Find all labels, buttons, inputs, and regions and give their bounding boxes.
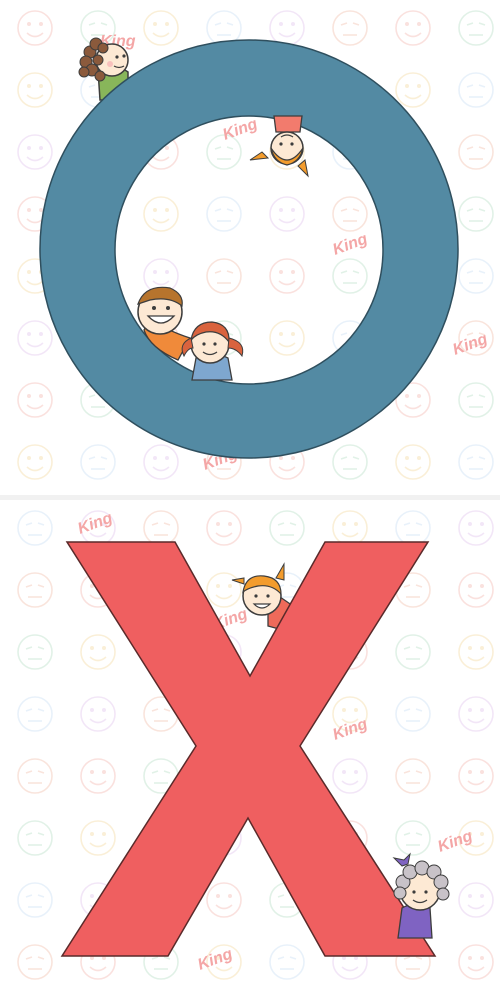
watermark-face-icon [458,196,494,232]
watermark-face-icon [143,510,179,546]
watermark-brand-text: King [76,510,115,538]
watermark-face-icon [269,258,305,294]
watermark-face-icon [17,758,53,794]
watermark-face-icon [80,444,116,480]
watermark-face-icon [458,696,494,732]
watermark-face-icon [17,72,53,108]
watermark-face-icon [17,510,53,546]
watermark-face-icon [206,572,242,608]
watermark-face-icon [80,758,116,794]
watermark-face-icon [206,510,242,546]
watermark-face-icon [458,758,494,794]
watermark-face-icon [458,72,494,108]
watermark-face-icon [458,510,494,546]
watermark-face-icon [17,634,53,670]
watermark-face-icon [458,882,494,918]
o-card: King King King King King [0,0,500,496]
watermark-face-icon [269,320,305,356]
watermark-face-icon [143,10,179,46]
watermark-face-icon [458,634,494,670]
watermark-face-icon [458,258,494,294]
watermark-face-icon [80,634,116,670]
child-grey-hair-purple-bow-character [392,852,450,939]
watermark-face-icon [17,10,53,46]
watermark-face-icon [17,944,53,980]
watermark-face-icon [458,134,494,170]
watermark-brand-text: King [331,716,370,744]
watermark-face-icon [17,320,53,356]
watermark-face-icon [458,572,494,608]
watermark-face-icon [206,882,242,918]
watermark-face-icon [206,196,242,232]
watermark-face-icon [332,258,368,294]
watermark-face-icon [332,510,368,546]
watermark-face-icon [395,820,431,856]
circle-o-symbol [39,39,459,459]
watermark-face-icon [269,944,305,980]
watermark-face-icon [17,882,53,918]
watermark-face-icon [17,820,53,856]
watermark-face-icon [395,634,431,670]
watermark-face-icon [458,382,494,418]
watermark-face-icon [395,510,431,546]
watermark-face-icon [332,444,368,480]
watermark-brand-text: King [331,231,370,259]
watermark-face-icon [332,10,368,46]
watermark-face-icon [458,10,494,46]
tic-tac-toe-cards-page: King King King King King King King King … [0,0,500,1000]
watermark-face-icon [395,444,431,480]
watermark-face-icon [395,72,431,108]
watermark-face-icon [458,944,494,980]
watermark-face-icon [143,196,179,232]
x-card-canvas: King King King King King [17,510,494,980]
watermark-face-icon [17,382,53,418]
watermark-face-icon [332,758,368,794]
watermark-face-icon [269,196,305,232]
watermark-face-icon [395,758,431,794]
watermark-face-icon [80,696,116,732]
watermark-face-icon [269,10,305,46]
watermark-face-icon [17,444,53,480]
watermark-face-icon [17,696,53,732]
watermark-face-icon [143,444,179,480]
watermark-face-icon [80,820,116,856]
watermark-face-icon [395,696,431,732]
watermark-brand-text: King [436,828,475,856]
watermark-face-icon [17,572,53,608]
watermark-face-icon [332,196,368,232]
watermark-face-icon [269,510,305,546]
watermark-face-icon [206,258,242,294]
watermark-face-icon [395,10,431,46]
watermark-face-icon [458,444,494,480]
watermark-face-icon [17,134,53,170]
watermark-brand-text: King [221,116,260,144]
o-card-canvas: King King King King King [17,10,494,480]
x-card: King King King King King [0,500,500,996]
